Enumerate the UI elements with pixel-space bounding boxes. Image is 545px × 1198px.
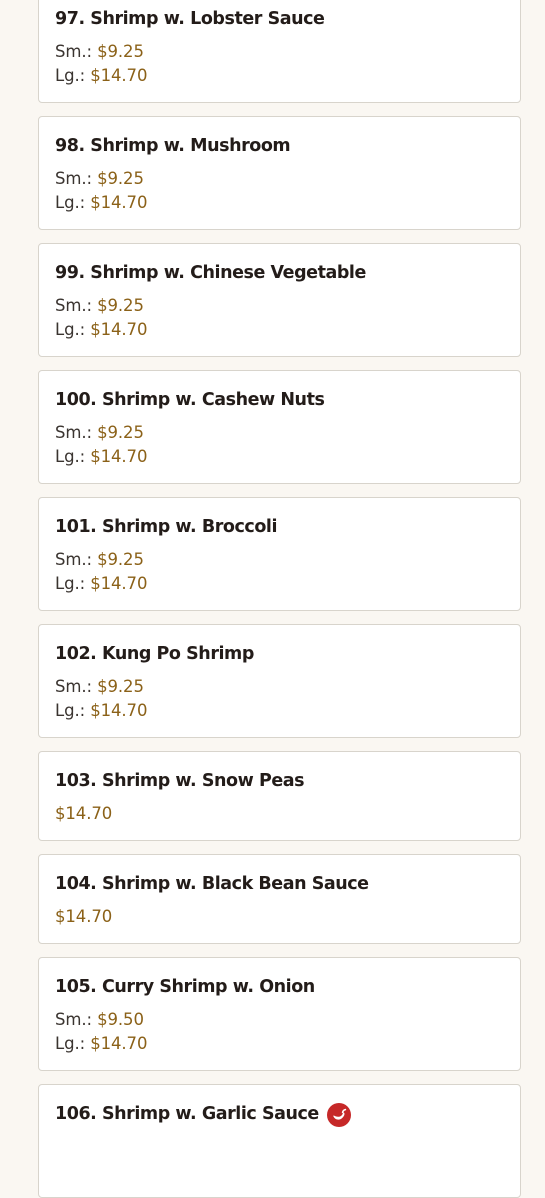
price-value: $14.70 <box>90 447 148 466</box>
menu-item-name: 100. Shrimp w. Cashew Nuts <box>55 390 325 410</box>
price-value: $9.25 <box>97 296 144 315</box>
price-value: $14.70 <box>90 320 148 339</box>
price-size-label: Sm.: <box>55 423 98 442</box>
menu-item-card[interactable]: 102. Kung Po Shrimp Sm.: $9.25 Lg.: $14.… <box>38 624 521 738</box>
price-size-label: Lg.: <box>55 320 91 339</box>
price-value: $9.25 <box>97 550 144 569</box>
price-value: $9.25 <box>97 677 144 696</box>
price-value: $9.50 <box>97 1010 144 1029</box>
price-size-label: Sm.: <box>55 42 98 61</box>
price-value: $14.70 <box>90 701 148 720</box>
menu-item-card[interactable]: 100. Shrimp w. Cashew Nuts Sm.: $9.25 Lg… <box>38 370 521 484</box>
menu-item-prices: Sm.: $9.25 Lg.: $14.70 <box>55 294 504 342</box>
chili-pepper-icon <box>326 1103 351 1127</box>
menu-item-list: 97. Shrimp w. Lobster Sauce Sm.: $9.25 L… <box>38 0 521 1198</box>
price-value: $14.70 <box>90 193 148 212</box>
price-row-large: Lg.: $14.70 <box>55 64 504 88</box>
price-size-label: Lg.: <box>55 1034 91 1053</box>
price-value: $14.70 <box>90 1034 148 1053</box>
menu-item-prices: Sm.: $9.25 Lg.: $14.70 <box>55 167 504 215</box>
menu-item-prices: Sm.: $9.25 Lg.: $14.70 <box>55 548 504 596</box>
price-row-single: $14.70 <box>55 802 504 826</box>
menu-item-prices: Sm.: $9.50 Lg.: $14.70 <box>55 1008 504 1056</box>
menu-item-name: 99. Shrimp w. Chinese Vegetable <box>55 263 366 283</box>
price-value: $9.25 <box>97 423 144 442</box>
price-row-large: Lg.: $14.70 <box>55 191 504 215</box>
price-size-label: Lg.: <box>55 447 91 466</box>
price-size-label: Lg.: <box>55 193 91 212</box>
price-value: $14.70 <box>55 907 113 926</box>
price-size-label: Lg.: <box>55 66 91 85</box>
price-row-large: Lg.: $14.70 <box>55 1032 504 1056</box>
menu-item-card[interactable]: 98. Shrimp w. Mushroom Sm.: $9.25 Lg.: $… <box>38 116 521 230</box>
price-row-large: Lg.: $14.70 <box>55 572 504 596</box>
price-size-label: Lg.: <box>55 701 91 720</box>
price-row-large: Lg.: $14.70 <box>55 699 504 723</box>
menu-item-card[interactable]: 97. Shrimp w. Lobster Sauce Sm.: $9.25 L… <box>38 0 521 103</box>
price-row-small: Sm.: $9.25 <box>55 294 504 318</box>
price-row-small: Sm.: $9.25 <box>55 675 504 699</box>
menu-item-name: 106. Shrimp w. Garlic Sauce <box>55 1104 319 1124</box>
menu-item-card[interactable]: 103. Shrimp w. Snow Peas $14.70 <box>38 751 521 841</box>
menu-item-name: 102. Kung Po Shrimp <box>55 644 254 664</box>
menu-item-prices: $14.70 <box>55 802 504 826</box>
price-row-small: Sm.: $9.25 <box>55 40 504 64</box>
menu-item-prices: $14.70 <box>55 905 504 929</box>
price-value: $9.25 <box>97 42 144 61</box>
price-value: $14.70 <box>90 574 148 593</box>
price-size-label: Lg.: <box>55 574 91 593</box>
menu-item-name: 103. Shrimp w. Snow Peas <box>55 771 305 791</box>
price-row-single: $14.70 <box>55 905 504 929</box>
price-size-label: Sm.: <box>55 169 98 188</box>
price-size-label: Sm.: <box>55 677 98 696</box>
price-row-large: Lg.: $14.70 <box>55 318 504 342</box>
menu-item-name: 97. Shrimp w. Lobster Sauce <box>55 9 325 29</box>
menu-item-card[interactable]: 106. Shrimp w. Garlic Sauce <box>38 1084 521 1198</box>
price-size-label: Sm.: <box>55 550 98 569</box>
menu-item-prices: Sm.: $9.25 Lg.: $14.70 <box>55 675 504 723</box>
price-row-small: Sm.: $9.25 <box>55 167 504 191</box>
price-row-small: Sm.: $9.50 <box>55 1008 504 1032</box>
menu-item-prices: Sm.: $9.25 Lg.: $14.70 <box>55 421 504 469</box>
menu-item-name: 104. Shrimp w. Black Bean Sauce <box>55 874 369 894</box>
price-value: $14.70 <box>55 804 113 823</box>
price-row-small: Sm.: $9.25 <box>55 548 504 572</box>
menu-item-name: 98. Shrimp w. Mushroom <box>55 136 291 156</box>
menu-item-name: 105. Curry Shrimp w. Onion <box>55 977 315 997</box>
price-row-small: Sm.: $9.25 <box>55 421 504 445</box>
menu-item-name: 101. Shrimp w. Broccoli <box>55 517 278 537</box>
price-value: $9.25 <box>97 169 144 188</box>
price-row-large: Lg.: $14.70 <box>55 445 504 469</box>
menu-item-card[interactable]: 101. Shrimp w. Broccoli Sm.: $9.25 Lg.: … <box>38 497 521 611</box>
menu-item-name-row: 106. Shrimp w. Garlic Sauce <box>55 1101 504 1127</box>
menu-item-card[interactable]: 105. Curry Shrimp w. Onion Sm.: $9.50 Lg… <box>38 957 521 1071</box>
price-value: $14.70 <box>90 66 148 85</box>
price-size-label: Sm.: <box>55 1010 98 1029</box>
menu-item-card[interactable]: 99. Shrimp w. Chinese Vegetable Sm.: $9.… <box>38 243 521 357</box>
menu-item-card[interactable]: 104. Shrimp w. Black Bean Sauce $14.70 <box>38 854 521 944</box>
price-size-label: Sm.: <box>55 296 98 315</box>
menu-item-prices: Sm.: $9.25 Lg.: $14.70 <box>55 40 504 88</box>
